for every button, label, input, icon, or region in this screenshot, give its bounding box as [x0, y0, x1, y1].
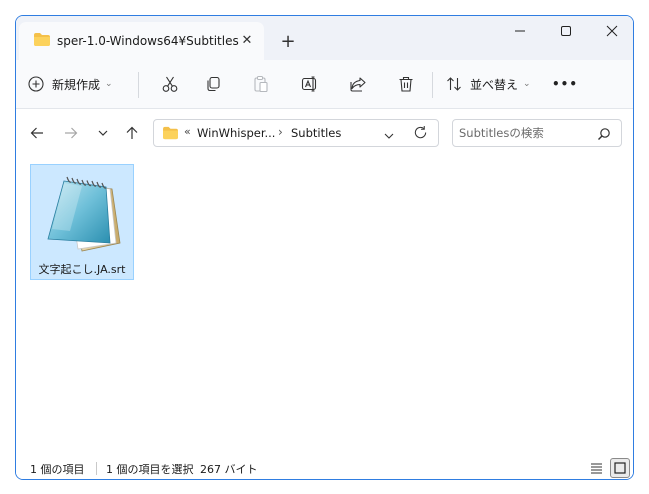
search-input[interactable] [459, 124, 589, 142]
plus-circle-icon [28, 76, 44, 92]
toolbar-divider [432, 72, 433, 98]
tab-subtitles[interactable]: sper-1.0-Windows64¥Subtitles ✕ [19, 22, 264, 60]
cut-button[interactable] [156, 70, 184, 98]
arrow-right-icon [65, 127, 78, 139]
item-count-label: 1 個の項目 [30, 463, 85, 476]
chevron-down-icon: ⌄ [523, 79, 531, 89]
paste-button[interactable] [247, 70, 275, 98]
minimize-icon [515, 30, 525, 32]
sort-button[interactable]: 並べ替え ⌄ [446, 70, 531, 98]
breadcrumb-item-winwhisper[interactable]: WinWhisper... [197, 126, 275, 140]
sort-icon [447, 77, 461, 91]
new-button[interactable]: 新規作成 ⌄ [28, 70, 113, 98]
file-name-label: 文字起こし.JA.srt [38, 263, 126, 276]
back-button[interactable] [25, 121, 49, 145]
file-explorer-window: sper-1.0-Windows64¥Subtitles ✕ + 新規作成 ⌄ [15, 15, 634, 480]
selected-size-label: 267 バイト [200, 463, 258, 476]
file-item[interactable]: 文字起こし.JA.srt [30, 164, 134, 280]
delete-button[interactable] [392, 70, 420, 98]
rename-icon [301, 76, 317, 92]
forward-button[interactable] [59, 121, 83, 145]
arrow-left-icon [30, 127, 43, 139]
toolbar-divider [138, 72, 139, 98]
delete-icon [399, 76, 413, 92]
search-icon[interactable] [597, 126, 611, 145]
status-bar: 1 個の項目 1 個の項目を選択 267 バイト [16, 456, 633, 479]
refresh-button[interactable] [413, 125, 428, 144]
arrow-up-icon [126, 126, 138, 139]
search-box[interactable] [452, 119, 622, 147]
paste-icon [254, 76, 268, 93]
title-bar: sper-1.0-Windows64¥Subtitles ✕ + [16, 16, 633, 60]
tab-title: sper-1.0-Windows64¥Subtitles [57, 34, 239, 48]
maximize-icon [561, 26, 571, 36]
close-icon [606, 25, 618, 37]
breadcrumb-overflow-button[interactable]: « [184, 125, 191, 138]
share-button[interactable] [344, 70, 372, 98]
details-view-icon [590, 463, 602, 474]
chevron-down-icon [384, 133, 394, 139]
large-icons-view-button[interactable] [610, 458, 630, 478]
rename-button[interactable] [296, 70, 324, 98]
large-icons-view-icon [614, 462, 626, 474]
breadcrumb-item-subtitles[interactable]: Subtitles [291, 126, 341, 140]
maximize-button[interactable] [543, 16, 589, 46]
more-options-button[interactable]: ••• [550, 70, 580, 98]
up-button[interactable] [120, 121, 144, 145]
close-window-button[interactable] [589, 16, 633, 46]
new-button-label: 新規作成 [52, 77, 101, 92]
folder-icon [162, 125, 179, 144]
notepad-file-icon [42, 171, 122, 261]
details-view-button[interactable] [586, 458, 606, 478]
navigation-bar: « WinWhisper... › Subtitles [16, 109, 633, 157]
address-bar[interactable]: « WinWhisper... › Subtitles [153, 119, 439, 147]
selected-count-label: 1 個の項目を選択 [106, 463, 194, 476]
status-divider [96, 462, 97, 475]
tab-close-icon[interactable]: ✕ [237, 31, 257, 51]
address-history-button[interactable] [383, 127, 395, 146]
chevron-down-icon: ⌄ [105, 79, 113, 89]
recent-locations-button[interactable] [91, 121, 115, 145]
copy-icon [207, 76, 220, 92]
refresh-icon [414, 125, 427, 139]
minimize-button[interactable] [497, 16, 543, 46]
folder-icon [33, 32, 51, 51]
command-bar: 新規作成 ⌄ 並べ替え ⌄ ••• [16, 60, 633, 109]
new-tab-button[interactable]: + [276, 30, 300, 54]
copy-button[interactable] [199, 70, 227, 98]
chevron-down-icon [98, 130, 108, 136]
file-list-area[interactable]: 文字起こし.JA.srt [16, 157, 633, 457]
share-icon [350, 77, 366, 92]
cut-icon [162, 76, 178, 92]
breadcrumb-separator: › [278, 125, 283, 139]
sort-button-label: 並べ替え [470, 77, 519, 92]
